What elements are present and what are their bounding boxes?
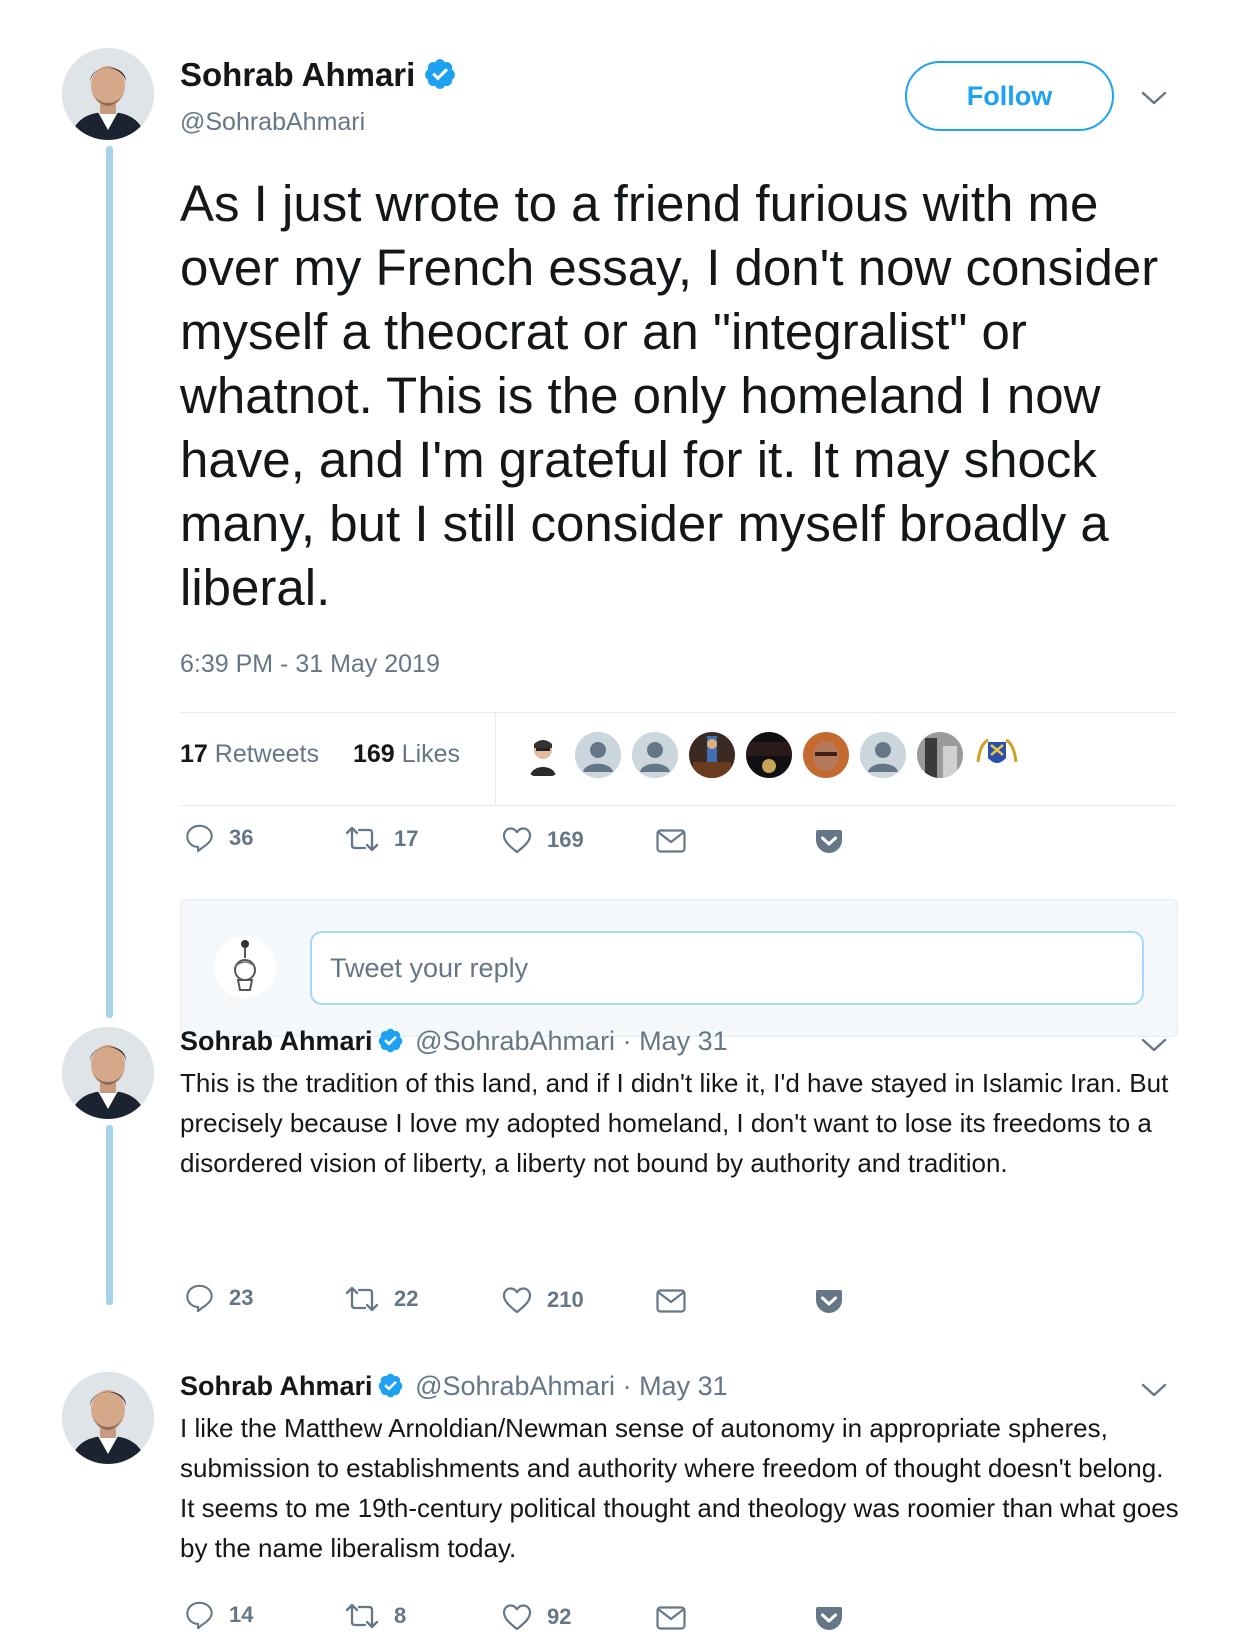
follow-button[interactable]: Follow <box>905 61 1114 131</box>
liker-avatar[interactable] <box>575 732 621 778</box>
reply-button[interactable]: 36 <box>184 823 253 853</box>
tweet-activity-button[interactable] <box>813 1605 845 1633</box>
avatar[interactable] <box>62 1027 154 1119</box>
avatar[interactable] <box>62 48 154 140</box>
reply-count: 36 <box>229 825 254 850</box>
tweet-text: This is the tradition of this land, and … <box>180 1068 1169 1178</box>
author-name[interactable]: Sohrab Ahmari <box>180 1371 373 1401</box>
liker-avatar[interactable] <box>632 732 678 778</box>
liker-avatar[interactable] <box>689 732 735 778</box>
verified-badge-icon <box>377 1027 404 1054</box>
liker-avatar[interactable] <box>803 732 849 778</box>
tweet-activity-icon <box>813 1605 845 1633</box>
direct-message-icon <box>655 828 687 854</box>
like-button[interactable]: 169 <box>501 825 584 855</box>
liker-avatar[interactable] <box>520 732 566 778</box>
tweet-activity-icon <box>813 828 845 856</box>
like-icon <box>501 1602 533 1632</box>
likes-stat[interactable]: 169 Likes <box>353 740 460 769</box>
retweets-count: 17 <box>180 740 208 768</box>
like-count: 92 <box>547 1604 572 1629</box>
chevron-down-icon[interactable] <box>1141 1382 1167 1398</box>
like-button[interactable]: 92 <box>501 1602 571 1632</box>
chevron-down-icon[interactable] <box>1141 1037 1167 1053</box>
viewer-avatar[interactable] <box>214 936 276 998</box>
reply-icon <box>184 1283 215 1313</box>
like-count: 169 <box>547 827 584 852</box>
like-icon <box>501 825 533 855</box>
retweet-button[interactable]: 22 <box>344 1285 418 1313</box>
tweet-date[interactable]: · May 31 <box>623 1026 728 1056</box>
retweet-button[interactable]: 17 <box>344 825 418 853</box>
tweet-date[interactable]: · May 31 <box>623 1371 728 1401</box>
reply-count: 23 <box>229 1285 254 1310</box>
retweet-icon <box>344 825 380 853</box>
tweet-text: As I just wrote to a friend furious with… <box>180 175 1159 616</box>
reply-icon <box>184 823 215 853</box>
author-name[interactable]: Sohrab Ahmari <box>180 56 457 94</box>
direct-message-button[interactable] <box>655 828 687 854</box>
like-button[interactable]: 210 <box>501 1285 584 1315</box>
divider <box>180 805 1175 806</box>
retweet-icon <box>344 1285 380 1313</box>
retweet-count: 22 <box>394 1286 419 1311</box>
author-name[interactable]: Sohrab Ahmari <box>180 1026 373 1056</box>
reply-header: Sohrab Ahmari @SohrabAhmari · May 31 <box>180 1026 728 1057</box>
direct-message-button[interactable] <box>655 1605 687 1631</box>
tweet-timestamp[interactable]: 6:39 PM - 31 May 2019 <box>180 650 440 679</box>
author-handle[interactable]: @SohrabAhmari <box>415 1371 615 1401</box>
tweet-activity-icon <box>813 1288 845 1316</box>
direct-message-icon <box>655 1605 687 1631</box>
divider <box>180 712 1175 713</box>
tweet-text: I like the Matthew Arnoldian/Newman sens… <box>180 1413 1179 1563</box>
retweets-stat[interactable]: 17 Retweets <box>180 740 319 769</box>
retweet-button[interactable]: 8 <box>344 1602 406 1630</box>
retweets-label: Retweets <box>214 740 319 768</box>
author-handle[interactable]: @SohrabAhmari <box>415 1026 615 1056</box>
tweet-activity-button[interactable] <box>813 828 845 856</box>
likes-count: 169 <box>353 740 395 768</box>
liker-avatar[interactable] <box>917 732 963 778</box>
liker-avatar[interactable] <box>974 732 1020 778</box>
likes-label: Likes <box>401 740 461 768</box>
thread-line-2 <box>106 1125 113 1305</box>
chevron-down-icon[interactable] <box>1141 90 1167 106</box>
retweet-count: 8 <box>394 1603 407 1628</box>
like-count: 210 <box>547 1287 584 1312</box>
author-handle[interactable]: @SohrabAhmari <box>180 108 365 137</box>
reply-input[interactable] <box>310 931 1144 1005</box>
reply-header: Sohrab Ahmari @SohrabAhmari · May 31 <box>180 1371 728 1402</box>
stats-divider <box>495 712 496 805</box>
liker-avatar[interactable] <box>746 732 792 778</box>
reply-button[interactable]: 23 <box>184 1283 253 1313</box>
direct-message-icon <box>655 1288 687 1314</box>
verified-badge-icon <box>377 1372 404 1399</box>
verified-badge-icon <box>423 57 457 91</box>
thread-line-1 <box>106 146 113 1018</box>
reply-button[interactable]: 14 <box>184 1600 253 1630</box>
tweet-activity-button[interactable] <box>813 1288 845 1316</box>
retweet-icon <box>344 1602 380 1630</box>
liker-avatar[interactable] <box>860 732 906 778</box>
reply-icon <box>184 1600 215 1630</box>
like-icon <box>501 1285 533 1315</box>
avatar[interactable] <box>62 1372 154 1464</box>
direct-message-button[interactable] <box>655 1288 687 1314</box>
reply-count: 14 <box>229 1602 254 1627</box>
retweet-count: 17 <box>394 826 419 851</box>
